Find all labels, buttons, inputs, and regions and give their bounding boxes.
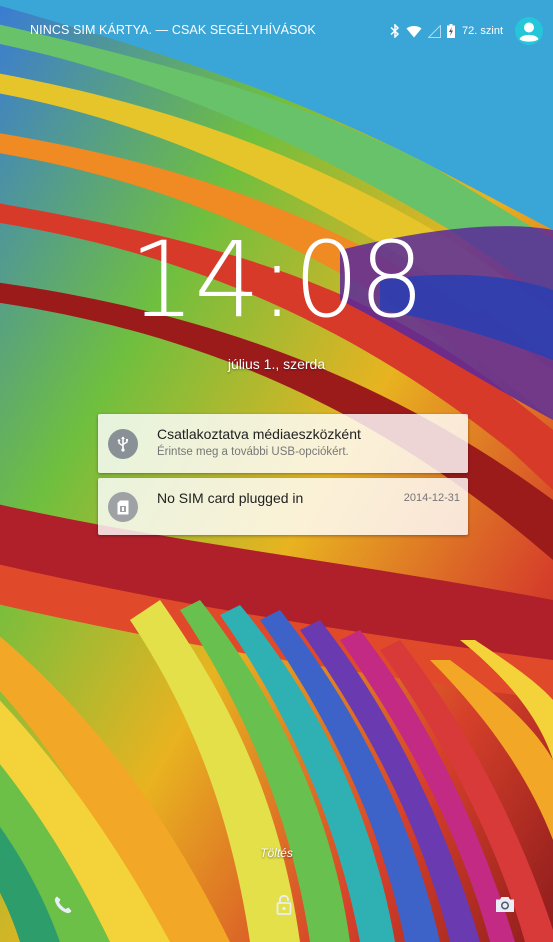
battery-level-label: 72. szint (462, 25, 503, 37)
notification-usb[interactable]: Csatlakoztatva médiaeszközként Érintse m… (98, 414, 468, 473)
unlock-icon (276, 894, 292, 920)
lock-screen: NINCS SIM KÁRTYA. — CSAK SEGÉLYHÍVÁSOK 7… (0, 0, 553, 942)
notification-title: Csatlakoztatva médiaeszközként (157, 426, 361, 442)
sim-card-icon (108, 492, 138, 522)
user-avatar-icon[interactable] (515, 17, 543, 45)
unlock-button[interactable] (269, 892, 299, 922)
notification-title: No SIM card plugged in (157, 490, 304, 506)
status-icons: 72. szint (390, 16, 543, 46)
notification-no-sim[interactable]: No SIM card plugged in 2014-12-31 (98, 478, 468, 535)
lockscreen-clock: 14:08 (129, 219, 425, 341)
charging-status: Töltés (260, 846, 293, 860)
wifi-icon (406, 25, 422, 38)
battery-charging-icon (447, 24, 456, 38)
phone-button[interactable] (48, 892, 78, 922)
phone-icon (53, 895, 73, 920)
status-bar: NINCS SIM KÁRTYA. — CSAK SEGÉLYHÍVÁSOK 7… (0, 0, 553, 62)
bluetooth-icon (390, 24, 400, 38)
camera-button[interactable] (490, 892, 520, 922)
notification-subtitle: Érintse meg a további USB-opciókért. (157, 446, 349, 458)
lockscreen-date: július 1., szerda (227, 356, 326, 372)
notification-time: 2014-12-31 (403, 492, 460, 504)
carrier-label: NINCS SIM KÁRTYA. — CSAK SEGÉLYHÍVÁSOK (30, 23, 316, 37)
signal-icon (428, 24, 442, 38)
usb-icon (108, 429, 138, 459)
camera-icon (495, 896, 515, 918)
